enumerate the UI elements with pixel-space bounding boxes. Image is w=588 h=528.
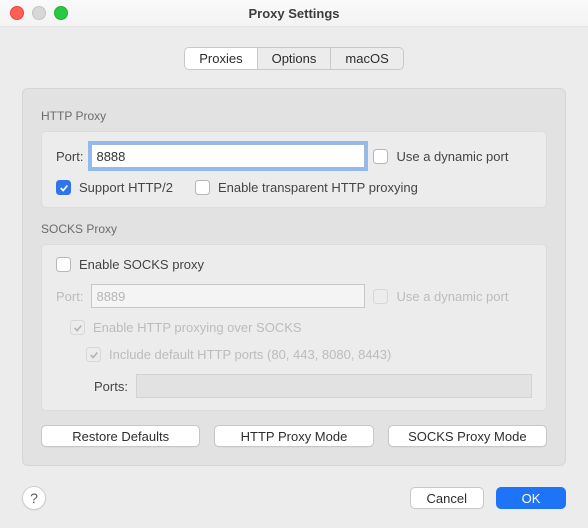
http-proxy-mode-button[interactable]: HTTP Proxy Mode	[214, 425, 373, 447]
socks-proxy-block: Enable SOCKS proxy Port: Use a dynamic p…	[41, 244, 547, 411]
socks-port-input	[91, 284, 365, 308]
tab-options[interactable]: Options	[258, 48, 331, 69]
http-port-label: Port:	[56, 149, 83, 164]
titlebar: Proxy Settings	[0, 0, 588, 27]
zoom-icon[interactable]	[54, 6, 68, 20]
http-proxy-header: HTTP Proxy	[41, 109, 547, 123]
close-icon[interactable]	[10, 6, 24, 20]
window-controls	[10, 6, 68, 20]
transparent-label: Enable transparent HTTP proxying	[218, 180, 418, 195]
socks-dynamic-label: Use a dynamic port	[396, 289, 508, 304]
http-dynamic-checkbox[interactable]	[373, 149, 388, 164]
http-port-input[interactable]	[91, 144, 365, 168]
help-button[interactable]: ?	[22, 486, 46, 510]
socks-enable-checkbox[interactable]	[56, 257, 71, 272]
socks-over-checkbox	[70, 320, 85, 335]
settings-panel: HTTP Proxy Port: Use a dynamic port Supp…	[22, 88, 566, 466]
socks-port-label: Port:	[56, 289, 83, 304]
cancel-button[interactable]: Cancel	[410, 487, 484, 509]
tab-proxies[interactable]: Proxies	[185, 48, 256, 69]
socks-include-checkbox	[86, 347, 101, 362]
socks-proxy-header: SOCKS Proxy	[41, 222, 547, 236]
socks-dynamic-checkbox	[373, 289, 388, 304]
socks-ports-label: Ports:	[94, 379, 128, 394]
http2-checkbox[interactable]	[56, 180, 71, 195]
transparent-checkbox[interactable]	[195, 180, 210, 195]
socks-over-label: Enable HTTP proxying over SOCKS	[93, 320, 302, 335]
tab-bar: Proxies Options macOS	[184, 47, 404, 70]
http2-label: Support HTTP/2	[79, 180, 173, 195]
socks-enable-label: Enable SOCKS proxy	[79, 257, 204, 272]
ok-button[interactable]: OK	[496, 487, 566, 509]
socks-proxy-mode-button[interactable]: SOCKS Proxy Mode	[388, 425, 547, 447]
socks-ports-input	[136, 374, 532, 398]
restore-defaults-button[interactable]: Restore Defaults	[41, 425, 200, 447]
http-proxy-block: Port: Use a dynamic port Support HTTP/2 …	[41, 131, 547, 208]
window-title: Proxy Settings	[248, 6, 339, 21]
http-dynamic-label: Use a dynamic port	[396, 149, 508, 164]
help-icon: ?	[30, 490, 38, 506]
minimize-icon	[32, 6, 46, 20]
socks-include-label: Include default HTTP ports (80, 443, 808…	[109, 347, 391, 362]
tab-macos[interactable]: macOS	[331, 48, 402, 69]
